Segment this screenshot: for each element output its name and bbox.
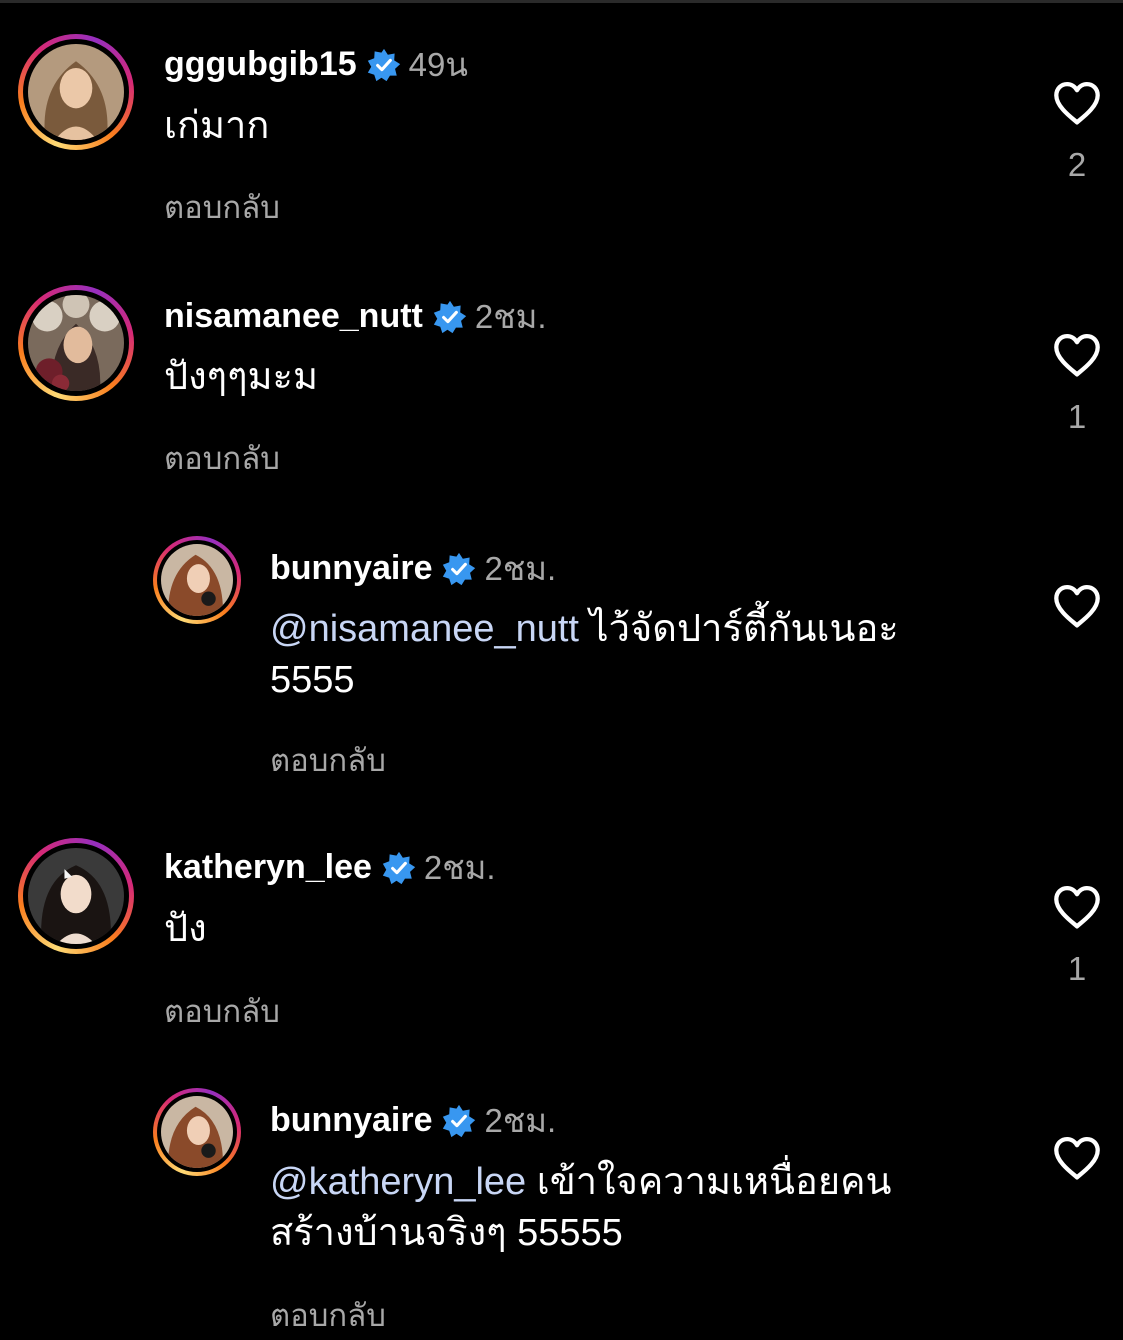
heart-outline-icon (1054, 584, 1100, 628)
avatar[interactable] (153, 1088, 241, 1176)
like-count: 1 (1067, 950, 1087, 987)
heart-outline-icon (1054, 885, 1100, 929)
username[interactable]: gggubgib15 (164, 45, 357, 84)
comment-text: @nisamanee_nutt ไว้จัดปาร์ตี้กันเนอะ 555… (270, 604, 1030, 706)
verified-badge-icon (382, 851, 416, 884)
comment-text-line: เข้าใจความเหนื่อยคน (526, 1161, 892, 1203)
reply-button[interactable]: ตอบกลับ (164, 433, 280, 483)
avatar[interactable] (18, 34, 134, 150)
verified-badge-icon (443, 1104, 476, 1137)
like-count: 1 (1067, 398, 1087, 435)
comment-time: 2ชม. (423, 849, 496, 886)
like-button[interactable] (1050, 1131, 1104, 1185)
verified-badge-icon (433, 300, 467, 333)
like-button[interactable] (1050, 579, 1104, 633)
heart-outline-icon (1054, 81, 1100, 125)
like-button[interactable] (1050, 880, 1104, 934)
comment-text-line: 5555 (270, 659, 355, 701)
top-divider (0, 0, 1123, 3)
username[interactable]: bunnyaire (270, 1101, 432, 1140)
profile-photo (161, 544, 233, 616)
comment-time: 2ชม. (484, 1102, 557, 1139)
profile-photo (28, 848, 124, 944)
profile-photo (161, 1096, 233, 1168)
reply-button[interactable]: ตอบกลับ (270, 735, 386, 785)
comment-time: 2ชม. (484, 550, 557, 587)
mention-link[interactable]: @nisamanee_nutt (270, 608, 579, 650)
like-count: 2 (1067, 146, 1087, 183)
username[interactable]: bunnyaire (270, 549, 432, 588)
comment-text: ปัง (164, 908, 207, 950)
comment-text-line: ไว้จัดปาร์ตี้กันเนอะ (579, 608, 899, 650)
like-button[interactable] (1050, 328, 1104, 382)
avatar[interactable] (18, 838, 134, 954)
reply-button[interactable]: ตอบกลับ (164, 182, 280, 232)
comment-time: 49น (408, 46, 468, 83)
like-button[interactable] (1050, 76, 1104, 130)
comment-text: เก่มาก (164, 105, 270, 147)
profile-photo (28, 295, 124, 391)
mention-link[interactable]: @katheryn_lee (270, 1161, 526, 1203)
reply-button[interactable]: ตอบกลับ (270, 1290, 386, 1340)
username[interactable]: nisamanee_nutt (164, 297, 423, 336)
reply-button[interactable]: ตอบกลับ (164, 986, 280, 1036)
comment-text: ปังๆๆมะม (164, 356, 319, 398)
avatar[interactable] (18, 285, 134, 401)
heart-outline-icon (1054, 333, 1100, 377)
profile-photo (28, 44, 124, 140)
verified-badge-icon (443, 552, 476, 585)
comment-text-line: สร้างบ้านจริงๆ 55555 (270, 1212, 623, 1254)
avatar[interactable] (153, 536, 241, 624)
comment-time: 2ชม. (474, 298, 547, 335)
username[interactable]: katheryn_lee (164, 848, 372, 887)
heart-outline-icon (1054, 1136, 1100, 1180)
comment-text: @katheryn_lee เข้าใจความเหนื่อยคน สร้างบ… (270, 1157, 1030, 1259)
verified-badge-icon (367, 48, 400, 81)
